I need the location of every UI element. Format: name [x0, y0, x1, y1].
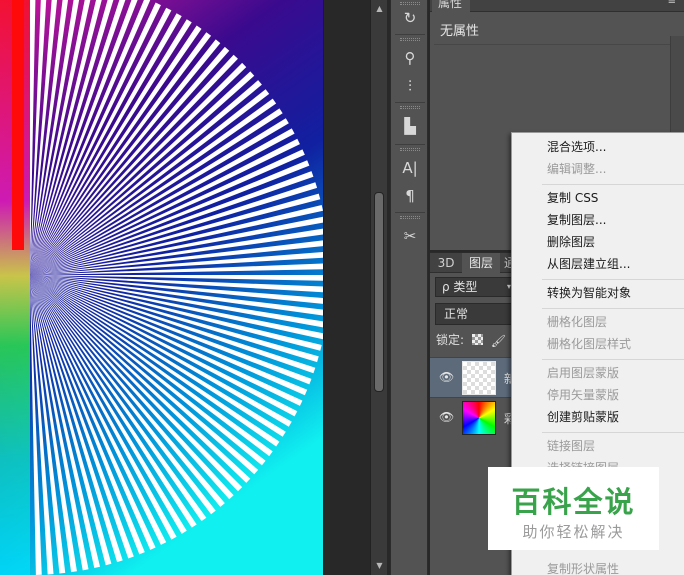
menu-item-link-layers: 链接图层 — [547, 439, 596, 453]
lock-row: 锁定: 🖌 — [436, 331, 506, 349]
lock-image-pixels-icon[interactable]: 🖌 — [491, 332, 506, 348]
clone-source-icon[interactable]: ▙ — [397, 114, 423, 138]
document-canvas[interactable] — [0, 0, 324, 575]
strip-grip[interactable] — [400, 106, 420, 109]
properties-tab-bar: 属性 ≡ — [430, 0, 684, 12]
menu-item-group-from-layers[interactable]: 从图层建立组... — [547, 254, 630, 274]
watermark-logo: 百科全说 助你轻松解决 — [488, 467, 659, 550]
strip-divider — [395, 144, 425, 145]
visibility-eye-icon[interactable]: 👁 — [439, 370, 454, 384]
watermark-subtitle: 助你轻松解决 — [522, 523, 625, 541]
scroll-down-arrow-icon[interactable]: ▼ — [371, 559, 388, 573]
scrollbar-thumb[interactable] — [374, 192, 384, 392]
brush-settings-icon[interactable]: ⚲ — [397, 46, 423, 70]
strip-divider — [395, 212, 425, 213]
menu-separator — [542, 359, 684, 360]
menu-separator — [542, 308, 684, 309]
character-icon[interactable]: A| — [397, 156, 423, 180]
menu-item-copy-css[interactable]: 复制 CSS — [547, 188, 598, 208]
menu-item-rasterize-layer: 栅格化图层 — [547, 315, 608, 329]
menu-separator — [542, 279, 684, 280]
layer-thumbnail — [462, 401, 496, 435]
scroll-up-arrow-icon[interactable]: ▲ — [371, 2, 388, 16]
strip-grip[interactable] — [400, 38, 420, 41]
canvas-vertical-scrollbar[interactable]: ▲ ▼ — [370, 0, 387, 575]
menu-separator — [542, 432, 684, 433]
menu-item-edit-adjustment: 编辑调整... — [547, 162, 607, 176]
radial-spokes-artwork — [0, 0, 323, 575]
no-properties-label: 无属性 — [440, 24, 480, 39]
red-spoke — [12, 0, 24, 250]
menu-item-blending-options[interactable]: 混合选项... — [547, 137, 606, 157]
menu-item-delete-layer[interactable]: 删除图层 — [547, 232, 595, 252]
layer-filter-select[interactable]: ρ 类型 ▾ — [435, 277, 517, 297]
menu-item-disable-vector-mask: 停用矢量蒙版 — [547, 388, 620, 402]
canvas-pasteboard — [324, 0, 370, 575]
tab-3d[interactable]: 3D — [432, 253, 460, 273]
panel-menu-icon[interactable]: ≡ — [668, 0, 676, 7]
strip-grip[interactable] — [400, 216, 420, 219]
tab-properties[interactable]: 属性 — [432, 0, 470, 12]
adjustments-icon[interactable]: ⫶ — [397, 74, 423, 98]
menu-item-duplicate-layer[interactable]: 复制图层... — [547, 210, 606, 230]
lock-label: 锁定: — [436, 333, 465, 347]
strip-divider — [395, 102, 425, 103]
strip-grip[interactable] — [400, 2, 420, 5]
filter-label: ρ 类型 — [442, 280, 478, 294]
history-icon[interactable]: ↻ — [397, 6, 423, 30]
menu-item-convert-smart-object[interactable]: 转换为智能对象 — [547, 283, 631, 303]
menu-separator — [542, 184, 684, 185]
photoshop-window: ▲ ▼ ↻ ⚲ ⫶ ▙ A| ¶ ✂ 属性 ≡ 无属性 3D 图层 通 ρ 类型… — [0, 0, 684, 575]
strip-divider — [395, 34, 425, 35]
menu-item-create-clipping-mask[interactable]: 创建剪贴蒙版 — [547, 407, 619, 427]
watermark-title: 百科全说 — [511, 485, 636, 519]
layer-thumbnail — [462, 361, 496, 395]
menu-item-rasterize-layer-style: 栅格化图层样式 — [547, 337, 632, 351]
paragraph-icon[interactable]: ¶ — [397, 184, 423, 208]
tab-layers[interactable]: 图层 — [462, 253, 500, 273]
lock-transparent-pixels-icon[interactable] — [471, 334, 483, 345]
visibility-eye-icon[interactable]: 👁 — [439, 410, 454, 424]
panel-icon-strip: ↻ ⚲ ⫶ ▙ A| ¶ ✂ — [390, 0, 428, 575]
menu-item-copy-shape-attributes: 复制形状属性 — [547, 562, 620, 575]
menu-item-enable-layer-mask: 启用图层蒙版 — [547, 366, 620, 380]
strip-grip[interactable] — [400, 148, 420, 151]
tool-presets-icon[interactable]: ✂ — [397, 224, 423, 248]
